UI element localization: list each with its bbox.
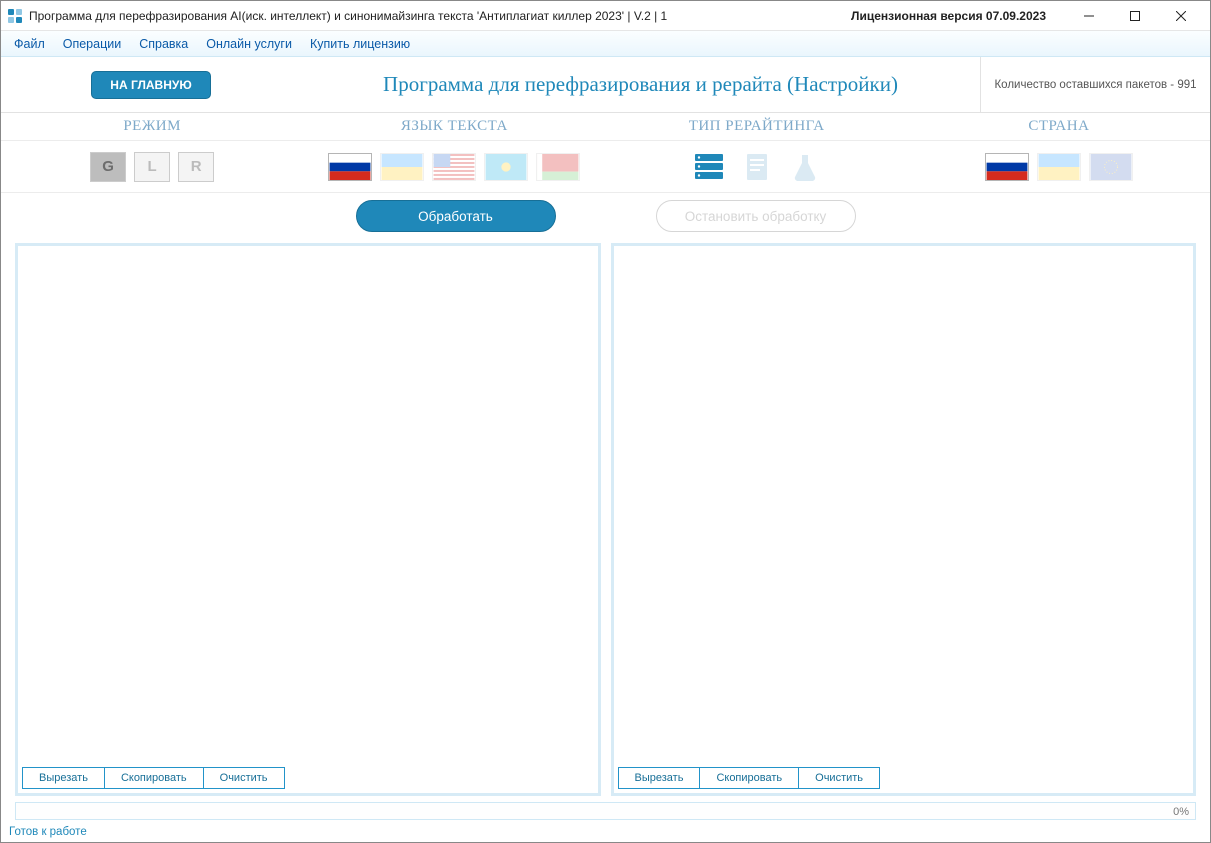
status-bar: Готов к работе <box>1 822 1210 842</box>
progress-wrap: 0% <box>1 800 1210 822</box>
status-text: Готов к работе <box>9 826 87 838</box>
menu-online-services[interactable]: Онлайн услуги <box>197 34 301 54</box>
lang-flag-kazakhstan[interactable] <box>484 153 528 181</box>
type-document-icon[interactable] <box>737 150 777 184</box>
input-textarea[interactable] <box>18 246 598 763</box>
mode-cell: G L R <box>1 141 303 192</box>
app-window: Программа для перефразирования AI(иск. и… <box>0 0 1211 843</box>
maximize-button[interactable] <box>1112 1 1158 31</box>
country-cell <box>908 141 1210 192</box>
packets-remaining: Количество оставшихся пакетов - 991 <box>980 57 1210 112</box>
menu-buy-license[interactable]: Купить лицензию <box>301 34 419 54</box>
option-headers: РЕЖИМ ЯЗЫК ТЕКСТА ТИП РЕРАЙТИНГА СТРАНА <box>1 113 1210 141</box>
header-rewrite-type: ТИП РЕРАЙТИНГА <box>606 113 908 140</box>
type-server-icon[interactable] <box>689 150 729 184</box>
app-icon <box>7 8 23 24</box>
menu-file[interactable]: Файл <box>5 34 54 54</box>
header-country: СТРАНА <box>908 113 1210 140</box>
input-panel: Вырезать Скопировать Очистить <box>15 243 601 796</box>
output-copy-button[interactable]: Скопировать <box>700 767 799 789</box>
home-button[interactable]: НА ГЛАВНУЮ <box>91 71 210 99</box>
title-bar: Программа для перефразирования AI(иск. и… <box>1 1 1210 31</box>
lang-flag-ukraine[interactable] <box>380 153 424 181</box>
option-row: G L R <box>1 141 1210 193</box>
header-mode: РЕЖИМ <box>1 113 303 140</box>
lang-flag-usa[interactable] <box>432 153 476 181</box>
progress-percent: 0% <box>1173 803 1189 821</box>
progress-bar: 0% <box>15 802 1196 820</box>
mode-r-button[interactable]: R <box>178 152 214 182</box>
output-cut-button[interactable]: Вырезать <box>618 767 701 789</box>
input-copy-button[interactable]: Скопировать <box>105 767 204 789</box>
menu-help[interactable]: Справка <box>130 34 197 54</box>
menu-bar: Файл Операции Справка Онлайн услуги Купи… <box>1 31 1210 57</box>
page-title: Программа для перефразирования и рерайта… <box>383 72 898 97</box>
text-panels: Вырезать Скопировать Очистить Вырезать С… <box>1 239 1210 800</box>
top-strip: НА ГЛАВНУЮ Программа для перефразировани… <box>1 57 1210 113</box>
license-label: Лицензионная версия 07.09.2023 <box>851 9 1046 23</box>
action-row: Обработать Остановить обработку <box>1 193 1210 239</box>
minimize-button[interactable] <box>1066 1 1112 31</box>
input-cut-button[interactable]: Вырезать <box>22 767 105 789</box>
menu-operations[interactable]: Операции <box>54 34 130 54</box>
process-button[interactable]: Обработать <box>356 200 556 232</box>
lang-flag-belarus[interactable] <box>536 153 580 181</box>
header-language: ЯЗЫК ТЕКСТА <box>303 113 605 140</box>
stop-button: Остановить обработку <box>656 200 856 232</box>
window-title: Программа для перефразирования AI(иск. и… <box>29 9 667 23</box>
country-flag-russia[interactable] <box>985 153 1029 181</box>
type-chemistry-icon[interactable] <box>785 150 825 184</box>
output-textarea[interactable] <box>614 246 1194 763</box>
close-button[interactable] <box>1158 1 1204 31</box>
input-clear-button[interactable]: Очистить <box>204 767 285 789</box>
output-clear-button[interactable]: Очистить <box>799 767 880 789</box>
rewrite-type-cell <box>606 141 908 192</box>
lang-flag-russia[interactable] <box>328 153 372 181</box>
mode-l-button[interactable]: L <box>134 152 170 182</box>
language-cell <box>303 141 605 192</box>
output-panel: Вырезать Скопировать Очистить <box>611 243 1197 796</box>
country-flag-ukraine[interactable] <box>1037 153 1081 181</box>
mode-g-button[interactable]: G <box>90 152 126 182</box>
country-flag-eu[interactable] <box>1089 153 1133 181</box>
